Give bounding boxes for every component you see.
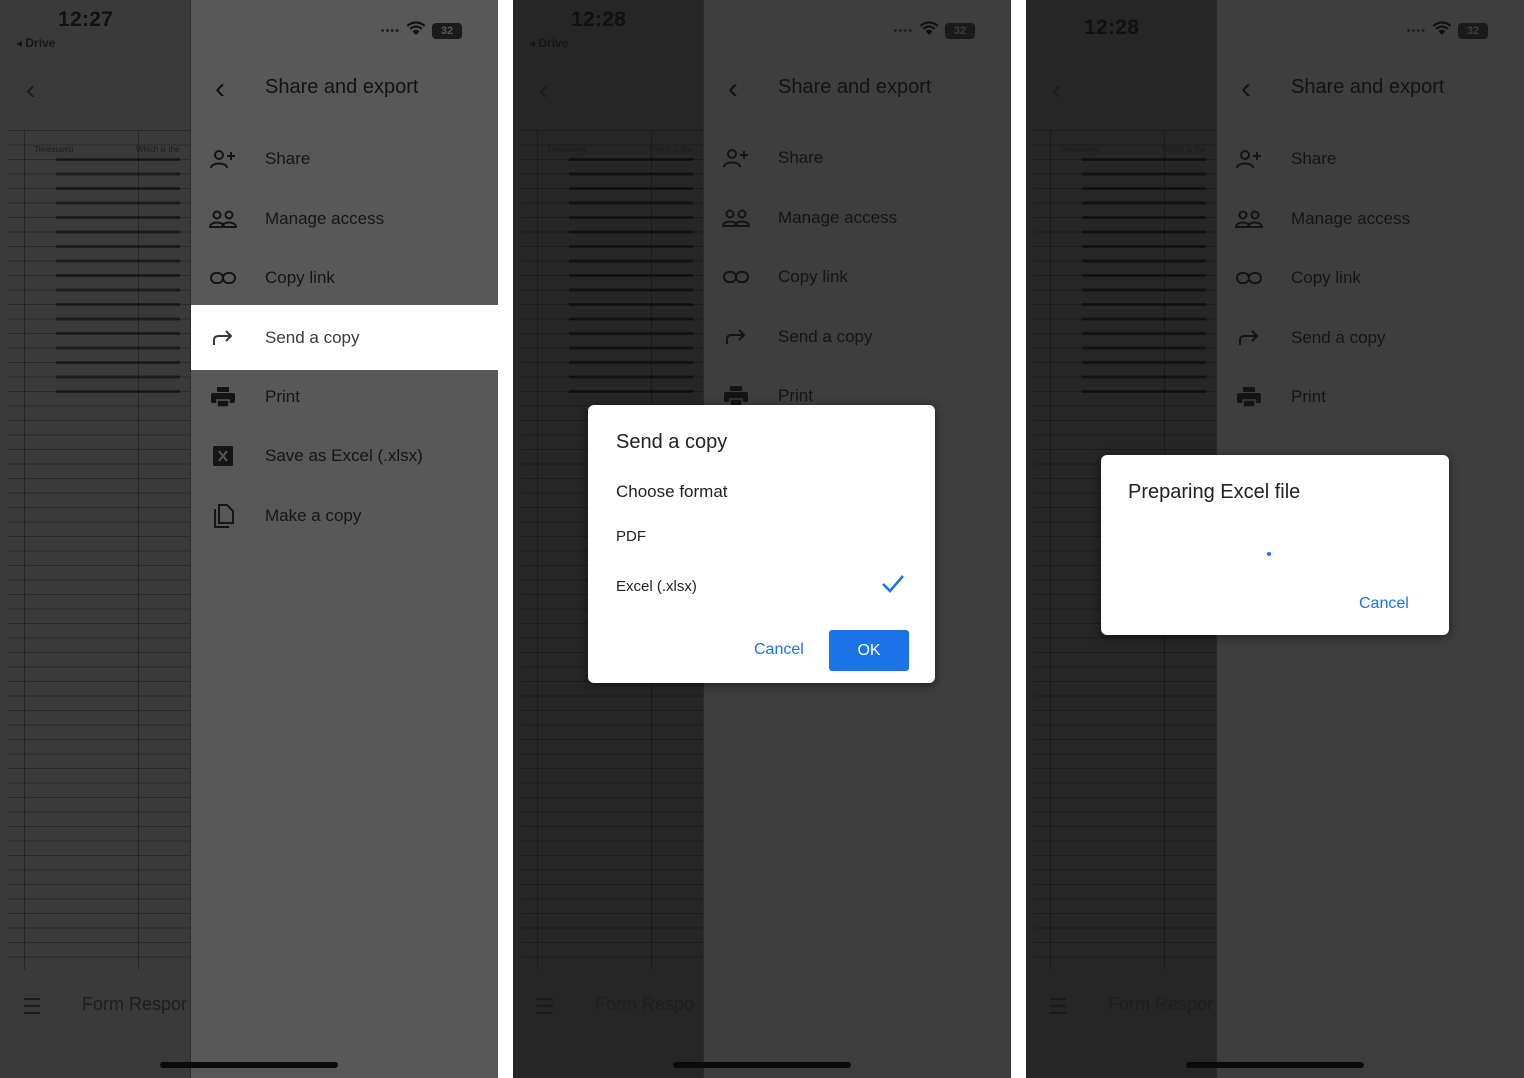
share-export-drawer: •••• 32 ‹ Share and export Share Manage … [191, 0, 498, 1078]
link-icon [722, 263, 750, 291]
format-option-excel[interactable]: Excel (.xlsx) [616, 578, 697, 595]
sheet-tab-title: Form Respor [82, 994, 188, 1014]
link-icon [209, 264, 237, 292]
format-option-pdf[interactable]: PDF [616, 528, 646, 545]
column-header-a: Timestamp [34, 145, 74, 154]
sheet-tab-title: Form Respo [595, 994, 695, 1014]
back-arrow-icon[interactable]: ‹ [728, 72, 738, 106]
sheets-menu-icon: ☰ [22, 994, 42, 1019]
menu-item-share[interactable]: Share [191, 129, 498, 189]
phone-screen-2: Timestamp Which is the 12:28 ◂ Drive ‹ ☰… [513, 0, 1011, 1078]
copy-icon [209, 502, 237, 530]
back-to-drive-link[interactable]: ◂ Drive [529, 36, 568, 50]
signal-icon: •••• [1406, 24, 1426, 37]
add-person-icon [1235, 145, 1263, 173]
back-arrow-icon[interactable]: ‹ [215, 72, 225, 106]
wifi-icon [1432, 20, 1452, 41]
add-person-icon [722, 144, 750, 172]
sheet-back-icon: ‹ [26, 74, 36, 105]
wifi-icon [406, 20, 426, 41]
printer-icon [209, 383, 237, 411]
column-header-a: Timestamp [547, 145, 587, 154]
preparing-file-dialog: Preparing Excel file Cancel [1101, 455, 1449, 635]
status-indicators: •••• 32 [1407, 20, 1488, 41]
checkmark-icon [881, 573, 905, 601]
status-indicators: •••• 32 [894, 20, 975, 41]
people-icon [722, 204, 750, 232]
printer-icon [1235, 383, 1263, 411]
dialog-title: Send a copy [616, 431, 728, 453]
battery-icon: 32 [945, 22, 975, 39]
menu-item-send-copy[interactable]: Send a copy [1217, 308, 1524, 368]
menu-item-copy-link[interactable]: Copy link [704, 247, 1011, 307]
menu-item-print[interactable]: Print [1217, 367, 1524, 427]
drawer-title: Share and export [265, 76, 419, 98]
menu-item-manage-access[interactable]: Manage access [191, 189, 498, 249]
menu-item-send-copy[interactable]: Send a copy [191, 305, 498, 370]
people-icon [209, 205, 237, 233]
menu-item-print[interactable]: Print [191, 367, 498, 427]
sheet-back-icon: ‹ [539, 74, 549, 105]
battery-icon: 32 [432, 22, 462, 39]
sheet-tab-title: Form Respor [1108, 994, 1214, 1014]
status-indicators: •••• 32 [381, 20, 462, 41]
status-time: 12:27 [58, 8, 114, 31]
signal-icon: •••• [893, 24, 913, 37]
forward-arrow-icon [722, 323, 750, 351]
excel-icon [209, 442, 237, 470]
dialog-title: Preparing Excel file [1128, 481, 1301, 503]
forward-arrow-icon [209, 324, 237, 352]
phone-screen-3: Timestamp Which is the 12:28 ‹ ☰ Form Re… [1026, 0, 1524, 1078]
column-header-b: Which is the [1162, 145, 1206, 154]
menu-item-save-excel[interactable]: Save as Excel (.xlsx) [191, 426, 498, 486]
drawer-title: Share and export [778, 76, 932, 98]
cancel-button[interactable]: Cancel [754, 641, 804, 659]
sheets-menu-icon: ☰ [1048, 994, 1068, 1019]
menu-item-copy-link[interactable]: Copy link [1217, 248, 1524, 308]
drawer-title: Share and export [1291, 76, 1445, 98]
wifi-icon [919, 20, 939, 41]
people-icon [1235, 205, 1263, 233]
home-indicator[interactable] [1186, 1062, 1364, 1068]
ok-button[interactable]: OK [829, 630, 909, 671]
column-header-b: Which is the [649, 145, 693, 154]
column-header-b: Which is the [136, 145, 180, 154]
cancel-button[interactable]: Cancel [1359, 595, 1409, 613]
loading-spinner-icon [1267, 552, 1271, 556]
menu-item-share[interactable]: Share [1217, 129, 1524, 189]
back-to-drive-link[interactable]: ◂ Drive [16, 36, 55, 50]
status-time: 12:28 [571, 8, 627, 31]
forward-arrow-icon [1235, 324, 1263, 352]
home-indicator[interactable] [160, 1062, 338, 1068]
dialog-subtitle: Choose format [616, 482, 728, 501]
menu-item-send-copy[interactable]: Send a copy [704, 307, 1011, 367]
home-indicator[interactable] [673, 1062, 851, 1068]
sheet-back-icon: ‹ [1052, 74, 1062, 105]
add-person-icon [209, 145, 237, 173]
menu-item-manage-access[interactable]: Manage access [1217, 189, 1524, 249]
phone-screen-1: Timestamp Which is the 12:27 ◂ Drive ‹ ☰… [0, 0, 498, 1078]
sheets-menu-icon: ☰ [535, 994, 555, 1019]
battery-icon: 32 [1458, 22, 1488, 39]
link-icon [1235, 264, 1263, 292]
spreadsheet-background: Timestamp Which is the 12:27 ◂ Drive ‹ ☰… [0, 0, 190, 1078]
menu-item-make-copy[interactable]: Make a copy [191, 486, 498, 546]
send-copy-dialog: Send a copy Choose format PDF Excel (.xl… [588, 405, 935, 683]
menu-item-share[interactable]: Share [704, 128, 1011, 188]
column-header-a: Timestamp [1060, 145, 1100, 154]
signal-icon: •••• [380, 24, 400, 37]
back-arrow-icon[interactable]: ‹ [1241, 72, 1251, 106]
menu-item-copy-link[interactable]: Copy link [191, 248, 498, 308]
menu-item-manage-access[interactable]: Manage access [704, 188, 1011, 248]
status-time: 12:28 [1084, 16, 1140, 39]
